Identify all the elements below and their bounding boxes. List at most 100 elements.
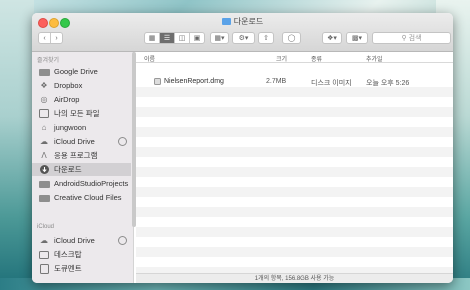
column-header-kind[interactable]: 종류	[311, 54, 322, 63]
folder-icon	[221, 18, 231, 25]
sidebar-item-desktop[interactable]: 데스크탑	[32, 248, 131, 261]
empty-row	[136, 127, 453, 137]
home-icon: ⌂	[41, 123, 47, 132]
share-button[interactable]: ⇧	[258, 32, 274, 44]
sidebar-item-applications[interactable]: Λ 응용 프로그램	[32, 149, 131, 162]
sync-progress-icon	[118, 236, 127, 245]
sidebar-item-icloud-drive[interactable]: ☁ iCloud Drive	[32, 135, 131, 148]
gallery-icon: ▣	[193, 35, 201, 42]
dropbox-icon: ❖	[40, 81, 48, 90]
empty-row	[136, 87, 453, 97]
list-view-button[interactable]: ☰	[160, 33, 175, 43]
list-icon: ☰	[163, 35, 171, 42]
favorites-header: 즐겨찾기	[37, 58, 60, 64]
folder-icon	[38, 67, 50, 77]
column-header-name[interactable]: 이름	[144, 54, 155, 63]
sidebar-item-label: 나의 모든 파일	[54, 109, 100, 118]
icon-view-button[interactable]: ▦	[145, 33, 160, 43]
empty-row	[136, 227, 453, 237]
sidebar-item-creative-cloud-files[interactable]: Creative Cloud Files	[32, 191, 131, 204]
terminal-icon: ▩▾	[351, 35, 363, 42]
empty-row	[136, 107, 453, 117]
column-header: 이름 크기 종류 추가일	[136, 52, 453, 63]
forward-button[interactable]: ›	[51, 33, 62, 43]
view-switcher: ▦ ☰ ◫ ▣	[144, 32, 205, 44]
share-icon: ⇧	[263, 35, 269, 42]
empty-row	[136, 187, 453, 197]
airdrop-icon: ◎	[40, 95, 48, 104]
group-button[interactable]: ▦▾	[210, 32, 229, 44]
sidebar-item-documents[interactable]: 도큐멘트	[32, 262, 131, 275]
sync-progress-icon	[118, 137, 127, 146]
file-list: 이름 크기 종류 추가일 NielsenReport.dmg 2.7MB 디스크…	[136, 52, 453, 277]
sidebar-item-label: 도큐멘트	[54, 264, 82, 273]
file-size: 2.7MB	[266, 78, 287, 85]
sidebar-item-all-files[interactable]: 나의 모든 파일	[32, 107, 131, 120]
disk-image-icon	[154, 78, 161, 87]
gear-icon: ⚙▾	[238, 35, 249, 42]
navigation-buttons: ‹ ›	[38, 32, 63, 44]
window-title: 다운로드	[32, 16, 453, 27]
sidebar-item-icloud-drive-2[interactable]: ☁ iCloud Drive	[32, 234, 131, 247]
sidebar-item-label: AirDrop	[54, 95, 80, 104]
sidebar: 즐겨찾기 Google Drive ❖ Dropbox ◎ AirDrop 나의…	[32, 52, 134, 283]
folder-icon	[38, 193, 50, 203]
sidebar-item-dropbox[interactable]: ❖ Dropbox	[32, 79, 131, 92]
dropbox-icon: ❖▾	[327, 35, 337, 42]
status-text: 1개의 항목, 156.8GB 사용 가능	[254, 276, 335, 282]
column-header-size[interactable]: 크기	[276, 54, 287, 63]
sidebar-item-label: 다운로드	[54, 165, 82, 174]
wallpaper-left	[0, 0, 34, 290]
sidebar-item-label: iCloud Drive	[54, 137, 95, 146]
column-view-button[interactable]: ◫	[175, 33, 190, 43]
search-placeholder: 검색	[408, 35, 422, 42]
sidebar-item-label: 데스크탑	[54, 250, 82, 259]
columns-icon: ◫	[178, 35, 186, 42]
sidebar-item-label: jungwoon	[54, 123, 87, 132]
downloads-icon	[38, 165, 50, 175]
dropbox-menu-button[interactable]: ❖▾	[322, 32, 342, 44]
folder-icon	[38, 179, 50, 189]
documents-icon	[38, 263, 50, 274]
column-header-added[interactable]: 추가일	[366, 54, 383, 63]
desktop-icon	[38, 250, 50, 260]
search-field[interactable]: ⚲ 검색	[372, 32, 451, 44]
tags-button[interactable]: ◯	[282, 32, 301, 44]
empty-row	[136, 247, 453, 257]
empty-row	[136, 207, 453, 217]
sidebar-item-downloads[interactable]: 다운로드	[32, 163, 131, 176]
sidebar-item-airdrop[interactable]: ◎ AirDrop	[32, 93, 131, 106]
sidebar-item-label: Dropbox	[54, 81, 83, 90]
chevron-left-icon: ‹	[43, 34, 46, 42]
empty-row	[136, 167, 453, 177]
chevron-right-icon: ›	[55, 34, 58, 42]
grid-icon: ▦	[148, 35, 156, 42]
file-name: NielsenReport.dmg	[164, 78, 224, 85]
tag-icon: ◯	[287, 35, 296, 42]
sidebar-item-label: iCloud Drive	[54, 236, 95, 245]
applications-icon: Λ	[41, 151, 47, 160]
back-button[interactable]: ‹	[39, 33, 51, 43]
status-bar: 1개의 항목, 156.8GB 사용 가능	[136, 273, 453, 283]
search-icon: ⚲	[401, 35, 407, 42]
title-bar[interactable]: 다운로드 ‹ › ▦ ☰ ◫ ▣ ▦▾ ⚙▾ ⇧ ◯ ❖▾ ▩▾ ⚲ 검색	[32, 13, 453, 52]
sidebar-item-label: AndroidStudioProjects	[54, 179, 129, 188]
window-title-text: 다운로드	[233, 17, 264, 26]
cloud-icon: ☁	[40, 236, 48, 245]
action-button[interactable]: ⚙▾	[232, 32, 255, 44]
empty-row	[136, 147, 453, 157]
finder-window: 다운로드 ‹ › ▦ ☰ ◫ ▣ ▦▾ ⚙▾ ⇧ ◯ ❖▾ ▩▾ ⚲ 검색 즐겨…	[32, 13, 453, 283]
sidebar-item-label: Google Drive	[54, 67, 98, 76]
terminal-menu-button[interactable]: ▩▾	[346, 32, 368, 44]
group-icon: ▦▾	[214, 35, 225, 42]
sidebar-item-google-drive[interactable]: Google Drive	[32, 65, 131, 78]
gallery-view-button[interactable]: ▣	[190, 33, 204, 43]
sidebar-item-label: Creative Cloud Files	[54, 193, 122, 202]
icloud-header: iCloud	[37, 224, 55, 230]
sidebar-item-androidstudioprojects[interactable]: AndroidStudioProjects	[32, 177, 131, 190]
all-files-icon	[38, 109, 50, 119]
cloud-icon: ☁	[40, 137, 48, 146]
sidebar-item-label: 응용 프로그램	[54, 151, 98, 160]
table-row[interactable]: NielsenReport.dmg 2.7MB 디스크 이미지 오늘 오후 5:…	[136, 77, 453, 87]
sidebar-item-home[interactable]: ⌂ jungwoon	[32, 121, 131, 134]
